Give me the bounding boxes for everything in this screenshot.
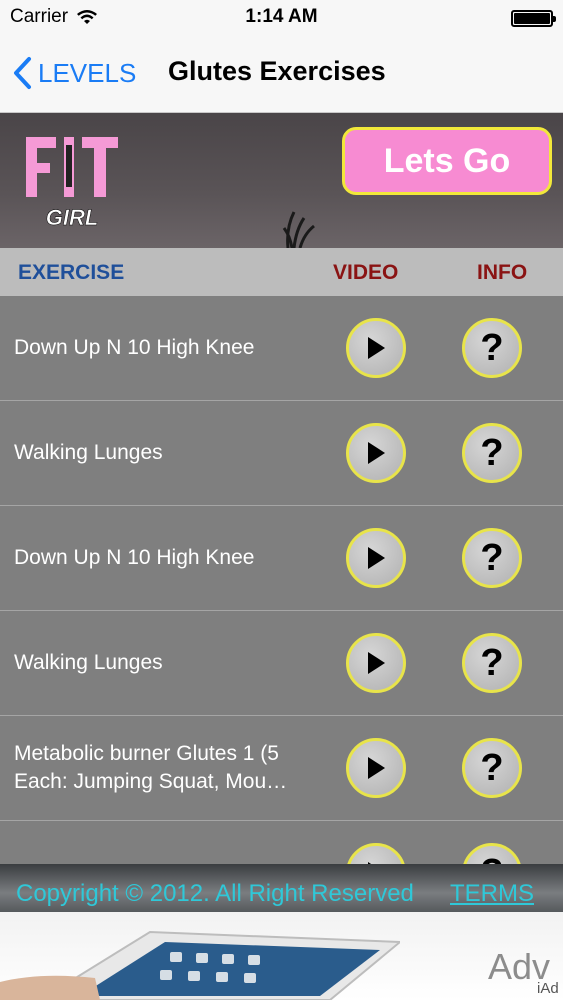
question-icon: ? — [480, 327, 504, 369]
info-button[interactable]: ? — [462, 528, 522, 588]
list-item[interactable]: Down Up N 10 High Knee ? — [0, 506, 563, 611]
play-icon — [368, 547, 385, 569]
navigation-bar: LEVELS Glutes Exercises — [0, 38, 563, 113]
iad-label: iAd — [537, 980, 559, 997]
table-header: EXERCISE VIDEO INFO — [0, 248, 563, 296]
list-item[interactable]: Down Up N 10 High Knee ? — [0, 296, 563, 401]
play-video-button[interactable] — [346, 528, 406, 588]
fit-girl-logo: GIRL — [26, 137, 118, 230]
status-bar: Carrier 1:14 AM — [0, 0, 563, 38]
play-icon — [368, 337, 385, 359]
tablet-image — [0, 930, 400, 1000]
header-exercise: EXERCISE — [18, 261, 125, 284]
question-icon: ? — [480, 432, 504, 474]
exercise-name: Metabolic burner Glutes 1 (5 Each: Jumpi… — [14, 742, 288, 793]
play-video-button[interactable] — [346, 738, 406, 798]
plant-silhouette — [282, 211, 315, 248]
banner: GIRL Lets Go — [0, 113, 563, 248]
header-info: INFO — [477, 261, 528, 284]
question-icon: ? — [480, 747, 504, 789]
list-item[interactable]: Metabolic burner Glutes 1 (5 Each: Jumpi… — [0, 716, 563, 821]
lets-go-button[interactable]: Lets Go — [342, 127, 552, 195]
play-video-button[interactable] — [346, 318, 406, 378]
info-button[interactable]: ? — [462, 843, 522, 864]
exercise-name: Walking Lunges — [14, 651, 163, 674]
back-button[interactable]: LEVELS — [12, 56, 136, 90]
play-video-button[interactable] — [346, 423, 406, 483]
page-title: Glutes Exercises — [168, 56, 386, 86]
exercise-name: Down Up N 10 High Knee — [14, 546, 255, 569]
question-icon: ? — [480, 642, 504, 684]
play-video-button[interactable] — [346, 633, 406, 693]
info-button[interactable]: ? — [462, 633, 522, 693]
list-item[interactable]: Walking Lunges ? — [0, 611, 563, 716]
back-button-label: LEVELS — [38, 57, 137, 88]
play-video-button[interactable] — [346, 843, 406, 864]
play-icon — [368, 652, 385, 674]
play-icon — [368, 757, 385, 779]
info-button[interactable]: ? — [462, 423, 522, 483]
chevron-left-icon — [14, 57, 31, 89]
play-icon — [368, 442, 385, 464]
terms-link[interactable]: TERMS — [450, 880, 534, 908]
list-item[interactable]: ? — [0, 821, 563, 864]
exercise-name: Walking Lunges — [14, 441, 163, 464]
list-item[interactable]: Walking Lunges ? — [0, 401, 563, 506]
question-icon: ? — [480, 854, 503, 864]
battery-icon — [511, 10, 556, 27]
ad-banner[interactable]: Adv iAd — [0, 912, 563, 1000]
copyright-text: Copyright © 2012. All Right Reserved — [16, 880, 414, 907]
header-video: VIDEO — [333, 261, 399, 284]
info-button[interactable]: ? — [462, 318, 522, 378]
exercise-name: Down Up N 10 High Knee — [14, 336, 255, 359]
footer: Copyright © 2012. All Right Reserved TER… — [0, 864, 563, 912]
question-icon: ? — [480, 537, 504, 579]
exercise-list[interactable]: Down Up N 10 High Knee ? Walking Lunges … — [0, 296, 563, 864]
info-button[interactable]: ? — [462, 738, 522, 798]
status-time: 1:14 AM — [245, 6, 318, 27]
svg-text:GIRL: GIRL — [46, 205, 99, 230]
